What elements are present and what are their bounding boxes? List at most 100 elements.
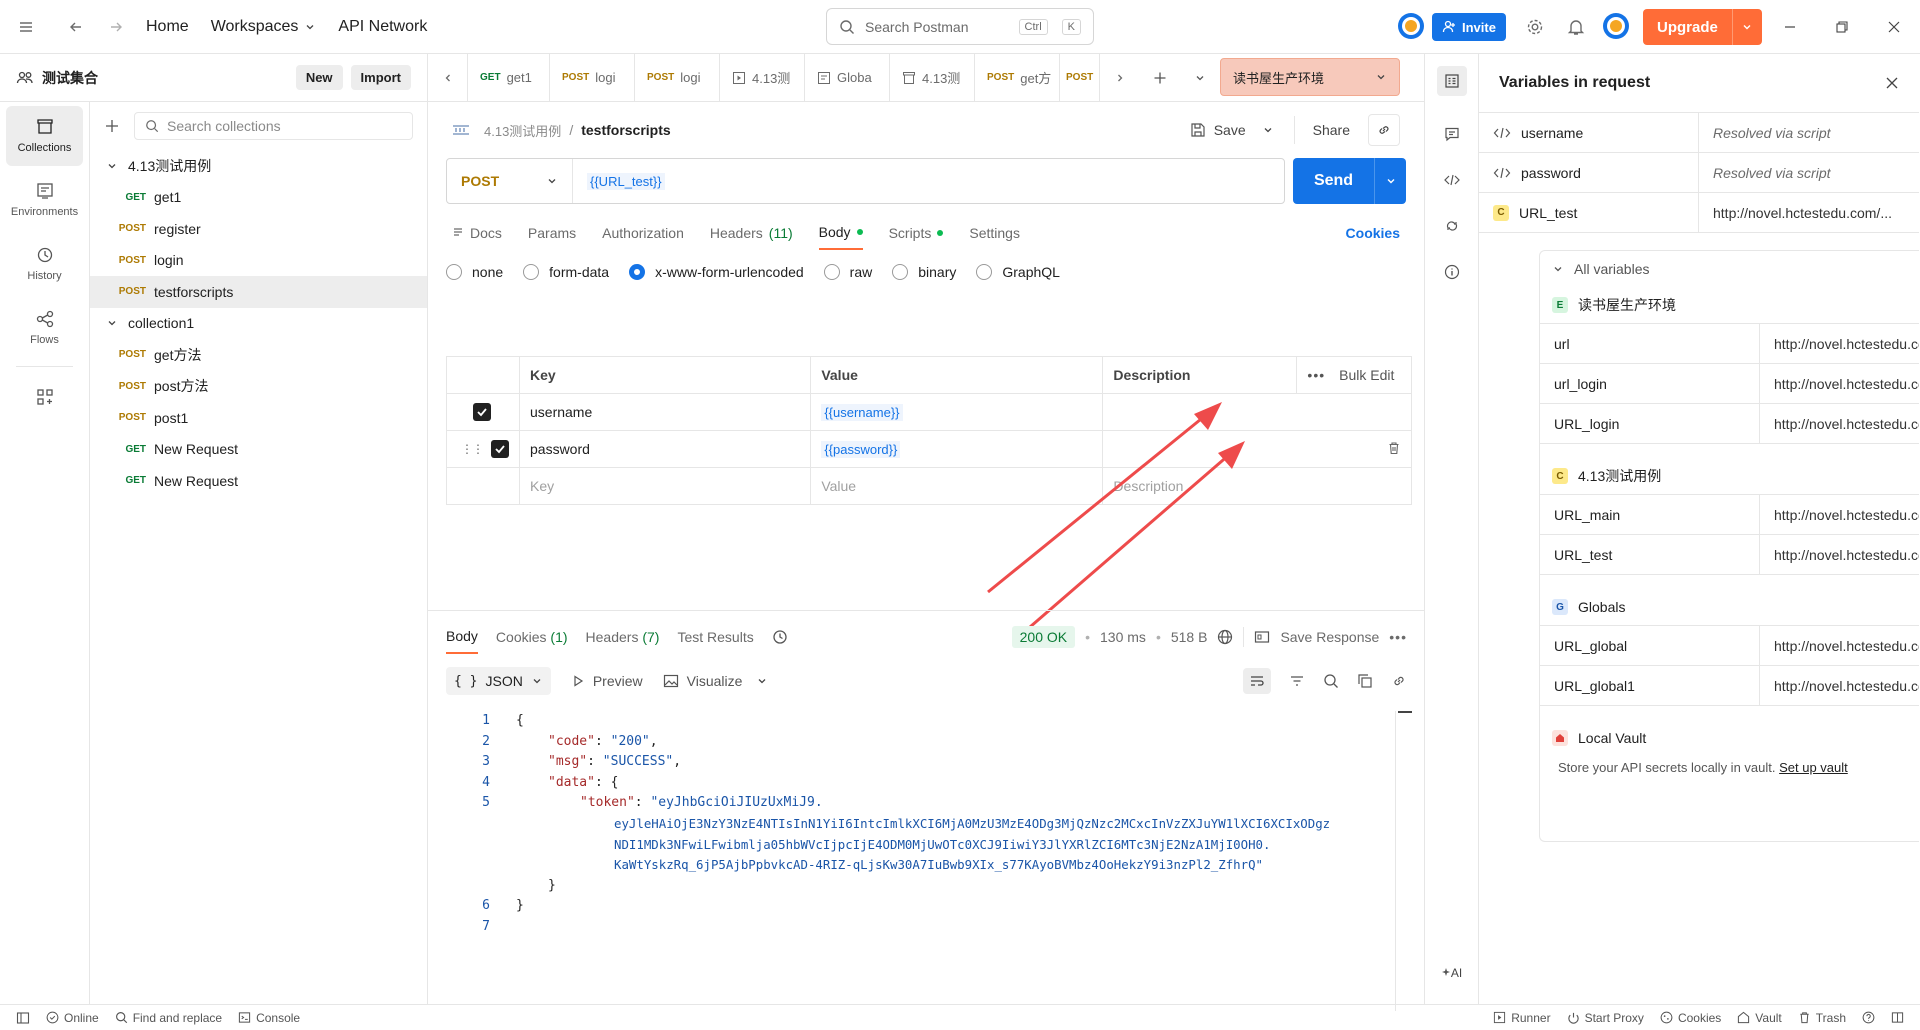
- code-icon[interactable]: [1443, 172, 1461, 188]
- request-tab[interactable]: 4.13测: [720, 53, 805, 102]
- back-arrow-icon[interactable]: [66, 17, 86, 37]
- variable-row[interactable]: password Resolved via script: [1479, 153, 1919, 193]
- save-button[interactable]: Save: [1214, 122, 1246, 138]
- radio-binary[interactable]: [892, 264, 909, 280]
- rail-collections[interactable]: Collections: [6, 106, 83, 166]
- request-item[interactable]: POST post方法: [90, 371, 427, 403]
- request-item[interactable]: POST login: [90, 245, 427, 277]
- row-key[interactable]: password: [518, 430, 812, 468]
- collection-item[interactable]: collection1: [90, 308, 427, 340]
- rail-history[interactable]: History: [6, 234, 83, 294]
- request-name-title[interactable]: testforscripts: [581, 122, 670, 138]
- tab-docs[interactable]: Docs: [452, 216, 502, 250]
- rail-environments[interactable]: Environments: [6, 170, 83, 230]
- history-icon[interactable]: [772, 629, 788, 645]
- layout-toggle-icon[interactable]: [1891, 1011, 1904, 1024]
- drag-handle-icon[interactable]: ⋮⋮: [461, 443, 484, 455]
- radio-urlencoded[interactable]: [629, 264, 646, 280]
- request-item[interactable]: POST register: [90, 213, 427, 245]
- plus-icon[interactable]: [104, 118, 120, 134]
- request-item[interactable]: GET get1: [90, 182, 427, 214]
- rail-configure-icon[interactable]: [6, 375, 83, 419]
- ai-assistant-icon[interactable]: AI: [1441, 966, 1462, 980]
- tab-scripts[interactable]: Scripts: [889, 216, 944, 250]
- wrap-lines-icon[interactable]: [1243, 668, 1271, 694]
- request-item[interactable]: POST post1: [90, 402, 427, 434]
- radio-none[interactable]: [446, 264, 462, 280]
- menu-icon[interactable]: [16, 17, 36, 37]
- variable-row[interactable]: URL_global1 http://novel.hctestedu.com...: [1540, 666, 1919, 706]
- request-tab[interactable]: Globa: [805, 53, 890, 102]
- request-item[interactable]: POST get方法: [90, 339, 427, 371]
- code-body[interactable]: { "code": "200", "msg": "SUCCESS", "data…: [516, 711, 1396, 1011]
- variable-row[interactable]: URL_test http://novel.hctestedu.com...: [1540, 535, 1919, 575]
- console[interactable]: Console: [238, 1011, 300, 1025]
- variable-row[interactable]: URL_main http://novel.hctestedu.com...: [1540, 495, 1919, 535]
- method-select[interactable]: POST: [447, 159, 573, 203]
- restore-icon[interactable]: [1832, 17, 1852, 37]
- request-tab[interactable]: POST logi: [550, 53, 635, 102]
- online-status[interactable]: Online: [46, 1011, 99, 1025]
- forward-arrow-icon[interactable]: [106, 17, 126, 37]
- import-button[interactable]: Import: [350, 65, 411, 90]
- globe-icon[interactable]: [1217, 629, 1233, 645]
- filter-icon[interactable]: [1289, 673, 1305, 689]
- upgrade-button[interactable]: Upgrade: [1643, 9, 1762, 45]
- tabs-scroll-right-icon[interactable]: [1100, 54, 1140, 102]
- variable-row[interactable]: URL_global http://novel.hctestedu.com...: [1540, 626, 1919, 666]
- new-button[interactable]: New: [295, 65, 343, 90]
- breadcrumb-parent[interactable]: 4.13测试用例: [484, 121, 561, 140]
- upgrade-chevron-icon[interactable]: [1731, 9, 1762, 45]
- find-replace[interactable]: Find and replace: [115, 1011, 222, 1025]
- nav-api-network[interactable]: API Network: [338, 18, 427, 36]
- preview-button[interactable]: Preview: [593, 673, 643, 689]
- tabs-scroll-left-icon[interactable]: [428, 53, 468, 102]
- request-tab[interactable]: POST get方: [975, 53, 1060, 102]
- format-select[interactable]: { } JSON: [446, 667, 551, 695]
- collections-search-input[interactable]: Search collections: [134, 112, 413, 140]
- row-checkbox[interactable]: [473, 403, 491, 421]
- request-item[interactable]: GET New Request: [90, 465, 427, 497]
- more-icon[interactable]: •••: [1307, 367, 1325, 383]
- vault[interactable]: Vault: [1737, 1011, 1782, 1025]
- variables-icon[interactable]: [1436, 66, 1467, 96]
- save-dropdown-icon[interactable]: [1262, 124, 1274, 136]
- copy-link-icon[interactable]: [1368, 114, 1400, 146]
- tabs-dropdown-icon[interactable]: [1180, 54, 1220, 102]
- radio-raw[interactable]: [823, 264, 840, 280]
- invite-button[interactable]: Invite: [1432, 13, 1506, 41]
- comments-icon[interactable]: [1444, 126, 1460, 142]
- status-badge[interactable]: 200 OK: [1011, 626, 1076, 648]
- response-tab-headers[interactable]: Headers (7): [586, 629, 660, 645]
- tab-params[interactable]: Params: [528, 216, 576, 250]
- trash[interactable]: Trash: [1798, 1011, 1846, 1025]
- more-icon[interactable]: •••: [1389, 629, 1407, 645]
- setup-vault-link[interactable]: Set up vault: [1779, 760, 1848, 775]
- nav-workspaces[interactable]: Workspaces: [211, 18, 317, 36]
- link-icon[interactable]: [1391, 673, 1407, 689]
- tab-settings[interactable]: Settings: [969, 216, 1020, 250]
- settings-gear-icon[interactable]: [1525, 17, 1545, 37]
- runner[interactable]: Runner: [1493, 1011, 1551, 1025]
- rail-flows[interactable]: Flows: [6, 298, 83, 358]
- response-time[interactable]: 130 ms: [1100, 629, 1146, 645]
- cookies-link[interactable]: Cookies: [1346, 225, 1400, 241]
- search-icon[interactable]: [1323, 673, 1339, 689]
- global-search[interactable]: Search Postman Ctrl K: [826, 8, 1094, 45]
- workspace-name[interactable]: 测试集合: [42, 68, 296, 88]
- request-tab[interactable]: POST: [1060, 53, 1100, 102]
- tab-headers[interactable]: Headers (11): [710, 216, 793, 250]
- toggle-sidebar-icon[interactable]: [16, 1011, 30, 1025]
- nav-home[interactable]: Home: [146, 18, 189, 36]
- user-avatar[interactable]: [1397, 12, 1425, 40]
- info-icon[interactable]: [1444, 264, 1460, 280]
- request-tab[interactable]: GET get1: [468, 53, 550, 102]
- response-tab-test-results[interactable]: Test Results: [677, 629, 753, 645]
- request-tab[interactable]: 4.13测: [890, 53, 975, 102]
- visualize-button[interactable]: Visualize: [687, 673, 743, 689]
- environment-selector[interactable]: 读书屋生产环境: [1220, 58, 1400, 96]
- request-item[interactable]: GET New Request: [90, 434, 427, 466]
- radio-graphql[interactable]: [976, 264, 993, 280]
- related-icon[interactable]: [1444, 218, 1460, 234]
- tab-authorization[interactable]: Authorization: [602, 216, 684, 250]
